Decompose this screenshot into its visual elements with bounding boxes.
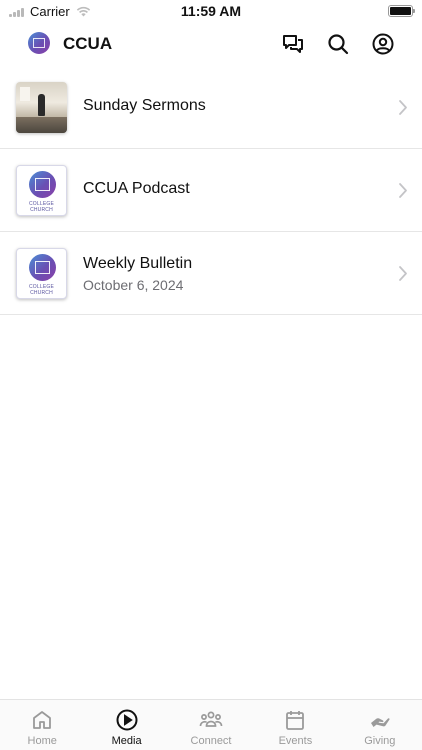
tab-media[interactable]: Media — [84, 700, 168, 750]
chat-icon[interactable] — [281, 32, 305, 56]
media-item-title: CCUA Podcast — [83, 180, 190, 197]
media-item-title: Sunday Sermons — [83, 97, 206, 114]
media-item-sunday-sermons[interactable]: Sunday Sermons — [0, 66, 422, 149]
media-list: Sunday Sermons COLLEGE CHURCH CCUA Podca… — [0, 66, 422, 315]
tab-label: Media — [111, 735, 142, 747]
home-icon — [33, 711, 52, 729]
battery-icon — [388, 5, 415, 17]
tab-events[interactable]: Events — [253, 700, 337, 750]
bulletin-thumbnail: COLLEGE CHURCH — [16, 248, 67, 299]
people-icon — [199, 711, 223, 727]
tab-giving[interactable]: Giving — [338, 700, 422, 750]
giving-hand-icon — [370, 718, 390, 727]
chevron-right-icon — [399, 266, 407, 281]
media-item-weekly-bulletin[interactable]: COLLEGE CHURCH Weekly Bulletin October 6… — [0, 232, 422, 315]
tab-label: Events — [278, 735, 313, 747]
chevron-right-icon — [399, 183, 407, 198]
tab-bar: Home Media Connect Events Giving — [0, 699, 422, 750]
thumbnail-caption: COLLEGE CHURCH — [28, 201, 55, 213]
tab-label: Connect — [190, 735, 232, 747]
status-bar: Carrier 11:59 AM — [0, 0, 422, 22]
tab-connect[interactable]: Connect — [169, 700, 253, 750]
search-icon[interactable] — [326, 32, 350, 56]
media-item-subtitle: October 6, 2024 — [83, 277, 184, 293]
status-time: 11:59 AM — [180, 3, 242, 19]
calendar-icon — [286, 711, 305, 730]
podcast-thumbnail: COLLEGE CHURCH — [16, 165, 67, 216]
media-item-ccua-podcast[interactable]: COLLEGE CHURCH CCUA Podcast — [0, 149, 422, 232]
profile-icon[interactable] — [371, 32, 395, 56]
tab-label: Home — [27, 735, 57, 747]
tab-home[interactable]: Home — [0, 700, 84, 750]
media-item-title: Weekly Bulletin — [83, 255, 193, 272]
ccua-logo-icon — [28, 32, 50, 54]
play-icon — [116, 709, 138, 731]
app-title: CCUA — [63, 34, 113, 53]
chevron-right-icon — [399, 100, 407, 115]
sermon-thumbnail — [16, 82, 67, 133]
tab-label: Giving — [364, 735, 396, 747]
thumbnail-caption: COLLEGE CHURCH — [28, 284, 55, 296]
app-header: CCUA — [0, 22, 422, 66]
